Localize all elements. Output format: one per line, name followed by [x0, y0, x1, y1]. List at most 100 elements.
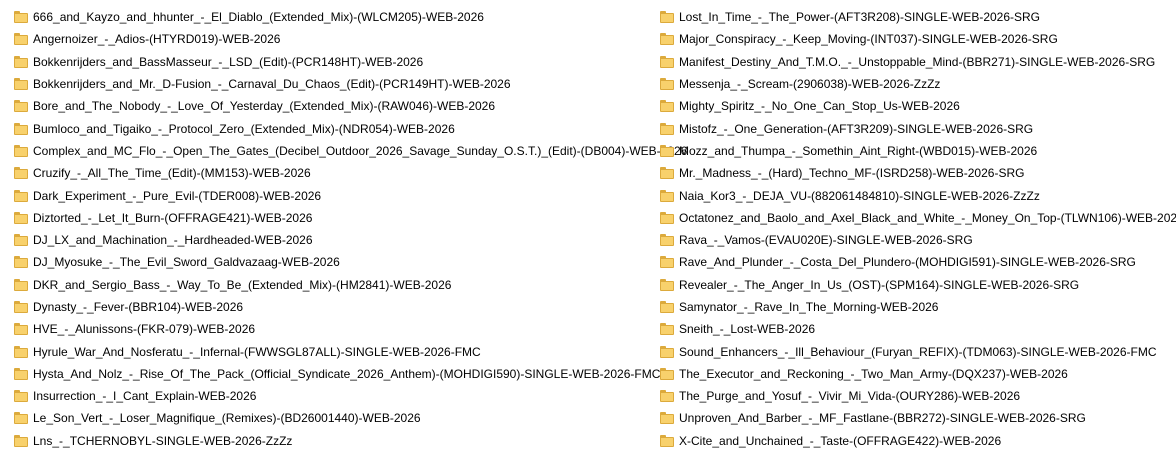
folder-item[interactable]: Lns_-_TCHERNOBYL-SINGLE-WEB-2026-ZzZz: [14, 430, 687, 452]
folder-icon: [660, 323, 674, 336]
folder-column-right: Lost_In_Time_-_The_Power-(AFT3R208)-SING…: [660, 6, 1176, 452]
folder-name: Major_Conspiracy_-_Keep_Moving-(INT037)-…: [679, 32, 1058, 47]
folder-icon: [14, 100, 28, 113]
folder-name: Lns_-_TCHERNOBYL-SINGLE-WEB-2026-ZzZz: [33, 433, 293, 448]
folder-name: Revealer_-_The_Anger_In_Us_(OST)-(SPM164…: [679, 277, 1080, 292]
folder-item[interactable]: Unproven_And_Barber_-_MF_Fastlane-(BBR27…: [660, 407, 1176, 429]
folder-item[interactable]: Octatonez_and_Baolo_and_Axel_Black_and_W…: [660, 207, 1176, 229]
folder-item[interactable]: The_Executor_and_Reckoning_-_Two_Man_Arm…: [660, 363, 1176, 385]
folder-item[interactable]: Rava_-_Vamos-(EVAU020E)-SINGLE-WEB-2026-…: [660, 229, 1176, 251]
folder-name: Mistofz_-_One_Generation-(AFT3R209)-SING…: [679, 121, 1034, 136]
folder-icon: [660, 100, 674, 113]
folder-name: HVE_-_Alunissons-(FKR-079)-WEB-2026: [33, 322, 256, 337]
folder-name: Bokkenrijders_and_BassMasseur_-_LSD_(Edi…: [33, 54, 424, 69]
folder-icon: [660, 345, 674, 358]
folder-icon: [660, 78, 674, 91]
folder-name: Le_Son_Vert_-_Loser_Magnifique_(Remixes)…: [33, 411, 421, 426]
folder-column-left: 666_and_Kayzo_and_hhunter_-_El_Diablo_(E…: [14, 6, 687, 452]
folder-item[interactable]: Mistofz_-_One_Generation-(AFT3R209)-SING…: [660, 117, 1176, 139]
folder-list-view: 666_and_Kayzo_and_hhunter_-_El_Diablo_(E…: [0, 0, 1176, 448]
folder-item[interactable]: Hysta_And_Nolz_-_Rise_Of_The_Pack_(Offic…: [14, 363, 687, 385]
folder-item[interactable]: Le_Son_Vert_-_Loser_Magnifique_(Remixes)…: [14, 407, 687, 429]
folder-item[interactable]: Bokkenrijders_and_Mr._D-Fusion_-_Carnava…: [14, 73, 687, 95]
folder-icon: [14, 122, 28, 135]
folder-item[interactable]: Bore_and_The_Nobody_-_Love_Of_Yesterday_…: [14, 95, 687, 117]
folder-name: Unproven_And_Barber_-_MF_Fastlane-(BBR27…: [679, 411, 1086, 426]
folder-item[interactable]: 666_and_Kayzo_and_hhunter_-_El_Diablo_(E…: [14, 6, 687, 28]
folder-icon: [660, 11, 674, 24]
folder-item[interactable]: Bumloco_and_Tigaiko_-_Protocol_Zero_(Ext…: [14, 117, 687, 139]
folder-icon: [14, 211, 28, 224]
folder-icon: [660, 434, 674, 447]
folder-item[interactable]: Mighty_Spiritz_-_No_One_Can_Stop_Us-WEB-…: [660, 95, 1176, 117]
folder-name: X-Cite_and_Unchained_-_Taste-(OFFRAGE422…: [679, 433, 1002, 448]
folder-icon: [14, 390, 28, 403]
folder-icon: [14, 345, 28, 358]
folder-name: Lost_In_Time_-_The_Power-(AFT3R208)-SING…: [679, 10, 1041, 25]
folder-icon: [14, 55, 28, 68]
folder-item[interactable]: Major_Conspiracy_-_Keep_Moving-(INT037)-…: [660, 28, 1176, 50]
folder-item[interactable]: Revealer_-_The_Anger_In_Us_(OST)-(SPM164…: [660, 274, 1176, 296]
folder-icon: [14, 189, 28, 202]
folder-icon: [660, 234, 674, 247]
folder-item[interactable]: Angernoizer_-_Adios-(HTYRD019)-WEB-2026: [14, 28, 687, 50]
folder-name: Sound_Enhancers_-_Ill_Behaviour_(Furyan_…: [679, 344, 1157, 359]
folder-item[interactable]: Naia_Kor3_-_DEJA_VU-(882061484810)-SINGL…: [660, 184, 1176, 206]
folder-name: Sneith_-_Lost-WEB-2026: [679, 322, 816, 337]
folder-name: Rave_And_Plunder_-_Costa_Del_Plundero-(M…: [679, 255, 1136, 270]
folder-item[interactable]: DKR_and_Sergio_Bass_-_Way_To_Be_(Extende…: [14, 274, 687, 296]
folder-name: Dynasty_-_Fever-(BBR104)-WEB-2026: [33, 300, 244, 314]
folder-icon: [14, 301, 28, 313]
folder-name: Bumloco_and_Tigaiko_-_Protocol_Zero_(Ext…: [33, 121, 455, 136]
folder-item[interactable]: X-Cite_and_Unchained_-_Taste-(OFFRAGE422…: [660, 430, 1176, 452]
folder-name: The_Executor_and_Reckoning_-_Two_Man_Arm…: [679, 366, 1068, 381]
folder-name: Mighty_Spiritz_-_No_One_Can_Stop_Us-WEB-…: [679, 99, 960, 114]
folder-name: Rava_-_Vamos-(EVAU020E)-SINGLE-WEB-2026-…: [679, 233, 973, 248]
folder-name: Hysta_And_Nolz_-_Rise_Of_The_Pack_(Offic…: [33, 366, 661, 381]
folder-item[interactable]: Sound_Enhancers_-_Ill_Behaviour_(Furyan_…: [660, 340, 1176, 362]
folder-icon: [14, 78, 28, 91]
folder-icon: [14, 11, 28, 24]
folder-item[interactable]: DJ_LX_and_Machination_-_Hardheaded-WEB-2…: [14, 229, 687, 251]
folder-item[interactable]: Bokkenrijders_and_BassMasseur_-_LSD_(Edi…: [14, 51, 687, 73]
folder-item[interactable]: DJ_Myosuke_-_The_Evil_Sword_Galdvazaag-W…: [14, 251, 687, 273]
folder-icon: [660, 122, 674, 135]
folder-name: Bokkenrijders_and_Mr._D-Fusion_-_Carnava…: [33, 77, 511, 92]
folder-item[interactable]: Mozz_and_Thumpa_-_Somethin_Aint_Right-(W…: [660, 140, 1176, 162]
folder-item[interactable]: Samynator_-_Rave_In_The_Morning-WEB-2026: [660, 296, 1176, 318]
folder-item[interactable]: Messenja_-_Scream-(2906038)-WEB-2026-ZzZ…: [660, 73, 1176, 95]
folder-name: DJ_Myosuke_-_The_Evil_Sword_Galdvazaag-W…: [33, 255, 340, 270]
folder-item[interactable]: Hyrule_War_And_Nosferatu_-_Infernal-(FWW…: [14, 340, 687, 362]
folder-icon: [660, 278, 674, 291]
folder-icon: [660, 301, 674, 313]
folder-icon: [14, 434, 28, 447]
folder-item[interactable]: HVE_-_Alunissons-(FKR-079)-WEB-2026: [14, 318, 687, 340]
folder-icon: [660, 189, 674, 202]
folder-icon: [660, 390, 674, 403]
folder-item[interactable]: Mr._Madness_-_(Hard)_Techno_MF-(ISRD258)…: [660, 162, 1176, 184]
folder-name: Octatonez_and_Baolo_and_Axel_Black_and_W…: [679, 210, 1176, 225]
folder-item[interactable]: The_Purge_and_Yosuf_-_Vivir_Mi_Vida-(OUR…: [660, 385, 1176, 407]
folder-name: 666_and_Kayzo_and_hhunter_-_El_Diablo_(E…: [33, 10, 484, 25]
folder-item[interactable]: Cruzify_-_All_The_Time_(Edit)-(MM153)-WE…: [14, 162, 687, 184]
folder-item[interactable]: Dynasty_-_Fever-(BBR104)-WEB-2026: [14, 296, 687, 318]
folder-item[interactable]: Manifest_Destiny_And_T.M.O._-_Unstoppabl…: [660, 51, 1176, 73]
folder-item[interactable]: Lost_In_Time_-_The_Power-(AFT3R208)-SING…: [660, 6, 1176, 28]
folder-icon: [660, 33, 674, 46]
folder-icon: [660, 167, 674, 180]
folder-item[interactable]: Sneith_-_Lost-WEB-2026: [660, 318, 1176, 340]
folder-name: Cruzify_-_All_The_Time_(Edit)-(MM153)-WE…: [33, 166, 311, 181]
folder-name: Samynator_-_Rave_In_The_Morning-WEB-2026: [679, 300, 939, 314]
folder-item[interactable]: Dark_Experiment_-_Pure_Evil-(TDER008)-WE…: [14, 184, 687, 206]
folder-name: The_Purge_and_Yosuf_-_Vivir_Mi_Vida-(OUR…: [679, 389, 1021, 404]
folder-icon: [660, 367, 674, 380]
folder-icon: [660, 412, 674, 425]
folder-item[interactable]: Insurrection_-_I_Cant_Explain-WEB-2026: [14, 385, 687, 407]
folder-item[interactable]: Diztorted_-_Let_It_Burn-(OFFRAGE421)-WEB…: [14, 207, 687, 229]
folder-name: Insurrection_-_I_Cant_Explain-WEB-2026: [33, 389, 257, 404]
folder-item[interactable]: Complex_and_MC_Flo_-_Open_The_Gates_(Dec…: [14, 140, 687, 162]
folder-icon: [14, 367, 28, 380]
folder-item[interactable]: Rave_And_Plunder_-_Costa_Del_Plundero-(M…: [660, 251, 1176, 273]
folder-icon: [14, 167, 28, 180]
folder-icon: [660, 211, 674, 224]
